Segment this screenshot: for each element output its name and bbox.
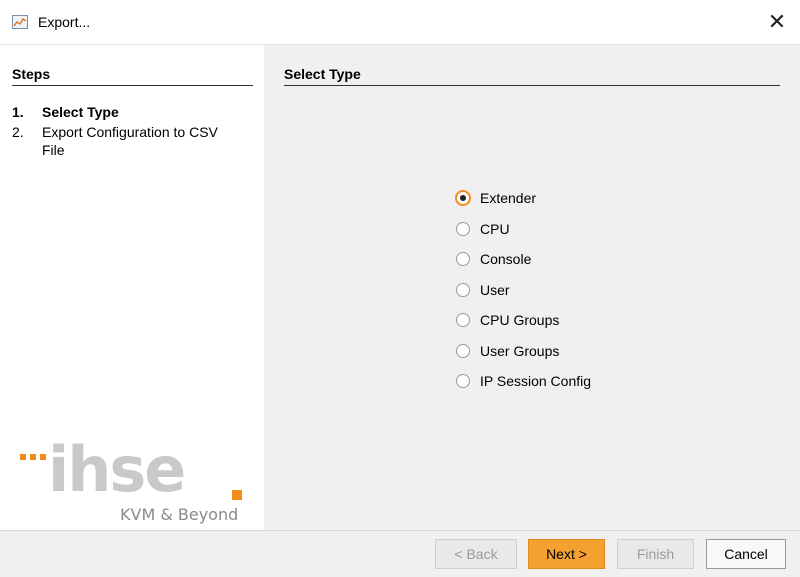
close-icon[interactable]: ✕ bbox=[754, 0, 800, 44]
radio-button[interactable] bbox=[456, 374, 470, 388]
radio-label: IP Session Config bbox=[480, 373, 592, 389]
radio-console[interactable]: Console bbox=[456, 248, 531, 270]
logo-period bbox=[232, 490, 242, 500]
radio-cpu-groups[interactable]: CPU Groups bbox=[456, 309, 559, 331]
title-bar: Export... ✕ bbox=[0, 0, 800, 45]
next-button[interactable]: Next > bbox=[528, 539, 605, 569]
radio-ip-session-config[interactable]: IP Session Config bbox=[456, 370, 591, 392]
button-bar: < Back Next > Finish Cancel bbox=[0, 530, 800, 577]
radio-label: CPU Groups bbox=[480, 312, 560, 328]
radio-button[interactable] bbox=[456, 222, 470, 236]
radio-button[interactable] bbox=[456, 283, 470, 297]
radio-cpu[interactable]: CPU bbox=[456, 218, 510, 240]
logo-tagline: KVM & Beyond bbox=[120, 505, 239, 524]
page-title: Select Type bbox=[284, 66, 780, 86]
radio-button[interactable] bbox=[456, 344, 470, 358]
radio-user-groups[interactable]: User Groups bbox=[456, 340, 559, 362]
logo-wordmark: ihse bbox=[48, 433, 186, 506]
step-label: Export Configuration to CSV File bbox=[42, 124, 218, 158]
ihse-logo: ihse KVM & Beyond bbox=[20, 435, 260, 527]
radio-label: User Groups bbox=[480, 343, 560, 359]
radio-label: Console bbox=[480, 251, 532, 267]
step-number: 2. bbox=[12, 124, 24, 140]
radio-label: CPU bbox=[480, 221, 510, 237]
step-number: 1. bbox=[12, 104, 24, 120]
back-button[interactable]: < Back bbox=[435, 539, 517, 569]
radio-label: User bbox=[480, 282, 510, 298]
main-panel: Select Type Extender CPU Console User CP… bbox=[264, 45, 800, 530]
window-title: Export... bbox=[38, 14, 91, 30]
logo-dots bbox=[20, 447, 50, 463]
radio-button[interactable] bbox=[456, 252, 470, 266]
steps-panel: Steps 1. Select Type 2. Export Configura… bbox=[0, 45, 264, 530]
finish-button[interactable]: Finish bbox=[617, 539, 694, 569]
chart-icon bbox=[12, 15, 28, 29]
step-label: Select Type bbox=[42, 104, 119, 120]
cancel-button[interactable]: Cancel bbox=[706, 539, 786, 569]
steps-heading: Steps bbox=[12, 66, 253, 86]
radio-button[interactable] bbox=[456, 191, 470, 205]
radio-button[interactable] bbox=[456, 313, 470, 327]
radio-label: Extender bbox=[480, 190, 537, 206]
radio-extender[interactable]: Extender bbox=[456, 187, 536, 209]
radio-user[interactable]: User bbox=[456, 279, 510, 301]
